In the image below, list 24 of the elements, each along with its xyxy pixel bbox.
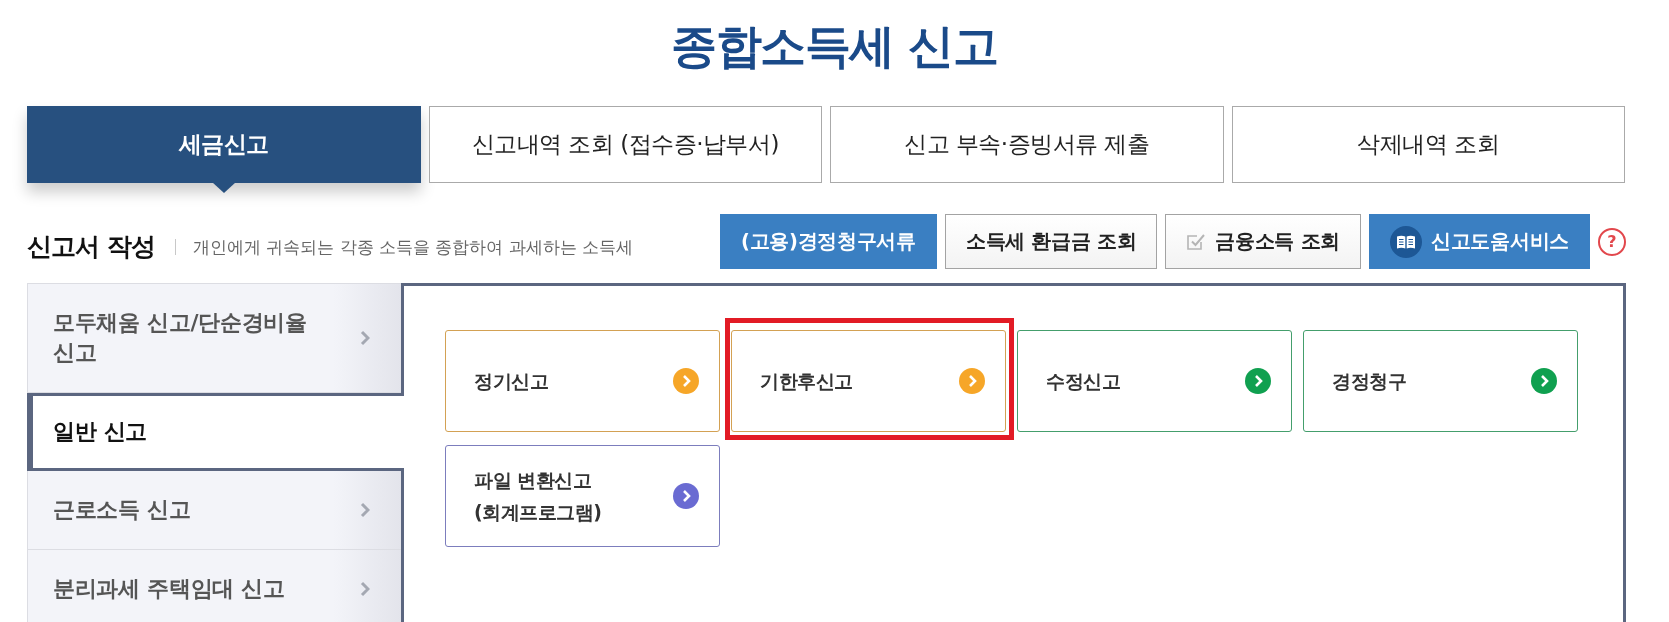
action-button[interactable]: 소득세 환급금 조회 (944, 214, 1158, 269)
help-button[interactable]: ? (1598, 227, 1626, 256)
section-title: 신고서 작성 (27, 231, 155, 263)
chevron-right-icon (360, 581, 370, 597)
chevron-right-icon (360, 502, 370, 518)
filing-card[interactable]: 파일 변환신고 (회계프로그램) (445, 445, 720, 547)
sidebar-item[interactable]: 분리과세 주택임대 신고 (27, 550, 401, 622)
page-title: 종합소득세 신고 (671, 18, 998, 75)
tab-pointer-icon (211, 182, 236, 193)
filing-card[interactable]: 정기신고 (445, 330, 720, 432)
filing-card[interactable]: 수정신고 (1017, 330, 1292, 432)
action-button[interactable]: 금융소득 조회 (1165, 214, 1362, 269)
chevron-right-icon (360, 330, 370, 346)
action-button[interactable]: 신고도움서비스 (1369, 214, 1590, 269)
sidebar-item[interactable]: 일반 신고 (27, 393, 404, 471)
tab[interactable]: 신고내역 조회 (접수증·납부서) (428, 106, 822, 183)
book-icon (1390, 225, 1423, 258)
action-button[interactable]: (고용)경정청구서류 (720, 214, 937, 269)
section-description: 개인에게 귀속되는 각종 소득을 종합하여 과세하는 소득세 (192, 236, 634, 258)
sidebar-item[interactable]: 근로소득 신고 (27, 471, 401, 550)
filing-card[interactable]: 경정청구 (1303, 330, 1578, 432)
filing-card[interactable]: 기한후신고 (731, 330, 1006, 432)
tab[interactable]: 삭제내역 조회 (1231, 106, 1625, 183)
tab[interactable]: 신고 부속·증빙서류 제출 (830, 106, 1224, 183)
